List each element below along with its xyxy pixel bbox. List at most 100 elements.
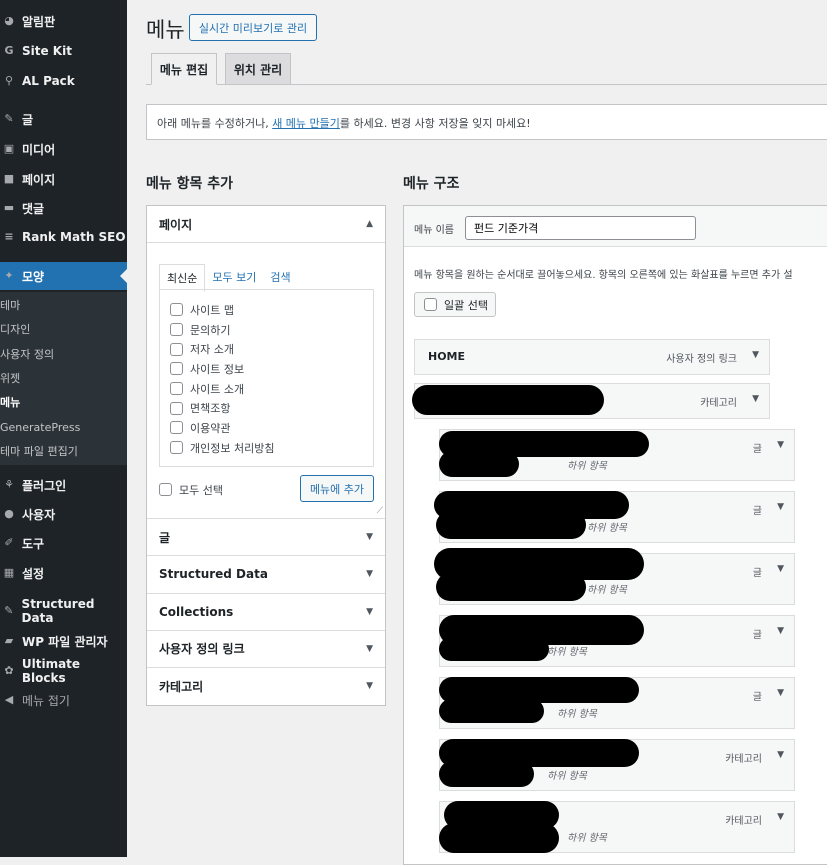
- checkbox[interactable]: [170, 362, 183, 376]
- resize-handle-icon[interactable]: ⟋: [377, 506, 383, 516]
- sidebar-item-brush[interactable]: ✦ 모양: [0, 262, 127, 290]
- submenu-item[interactable]: GeneratePress: [0, 418, 80, 438]
- settings-icon: ▦: [3, 566, 15, 579]
- submenu-tag: 하위 항목: [547, 647, 587, 658]
- sidebar-item-label: Structured Data: [21, 597, 95, 625]
- sidebar-item-label: 설정: [22, 566, 45, 581]
- live-preview-button[interactable]: 실시간 미리보기로 관리: [189, 14, 317, 41]
- menu-name-bar: 메뉴 이름: [404, 206, 827, 247]
- checkbox[interactable]: [159, 483, 172, 497]
- tab-search[interactable]: 검색: [263, 264, 297, 292]
- page-checkbox-item[interactable]: 개인정보 처리방침: [160, 438, 373, 458]
- chevron-down-icon[interactable]: ▼: [777, 812, 784, 822]
- page-checkbox-item[interactable]: 사이트 정보: [160, 359, 373, 379]
- chevron-down-icon[interactable]: ▼: [752, 394, 759, 404]
- submenu-item[interactable]: 메뉴: [0, 393, 20, 413]
- checkbox[interactable]: [170, 401, 183, 415]
- sidebar-item-dashboard[interactable]: ◕ 알림판: [0, 7, 127, 35]
- redacted-label: [439, 637, 549, 661]
- sidebar-item-page[interactable]: ■ 페이지: [0, 165, 127, 193]
- notice-text-2: 를 하세요. 변경 사항 저장을 잊지 마세요!: [339, 117, 531, 130]
- checkbox[interactable]: [170, 303, 183, 317]
- page-label: 문의하기: [190, 323, 231, 337]
- bulk-select-button[interactable]: 일괄 선택: [414, 292, 496, 317]
- menu-name-label: 메뉴 이름: [414, 225, 454, 236]
- sidebar-item-blocks[interactable]: ✿ Ultimate Blocks: [0, 657, 127, 685]
- chevron-down-icon: ▼: [366, 643, 373, 654]
- accordion-section[interactable]: Structured Data ▼: [147, 555, 385, 592]
- sidebar-item-plugin[interactable]: ⚘ 플러그인: [0, 471, 127, 499]
- sidebar-item-label: 도구: [22, 536, 45, 551]
- sidebar-item-media[interactable]: ▣ 미디어: [0, 135, 127, 163]
- chevron-down-icon[interactable]: ▼: [777, 440, 784, 450]
- menu-item-type: 카테고리: [700, 398, 737, 409]
- chevron-down-icon[interactable]: ▼: [752, 350, 759, 360]
- accordion-section[interactable]: 카테고리 ▼: [147, 667, 385, 704]
- page-checkbox-item[interactable]: 면책조항: [160, 398, 373, 418]
- accordion-section[interactable]: 사용자 정의 링크 ▼: [147, 629, 385, 667]
- page-label: 저자 소개: [190, 343, 234, 357]
- checkbox[interactable]: [170, 441, 183, 455]
- sidebar-item-label: 미디어: [22, 142, 56, 157]
- page-checkbox-item[interactable]: 이용약관: [160, 418, 373, 438]
- submenu-item[interactable]: 사용자 정의: [0, 345, 54, 365]
- menu-item-type: 글: [752, 630, 762, 641]
- page-checkbox-item[interactable]: 사이트 맵: [160, 300, 373, 320]
- chevron-down-icon: ▼: [366, 606, 373, 617]
- chevron-down-icon[interactable]: ▼: [777, 502, 784, 512]
- add-to-menu-button[interactable]: 메뉴에 추가: [300, 475, 374, 502]
- submenu-item[interactable]: 테마: [0, 296, 20, 316]
- menu-item-type: 카테고리: [725, 754, 762, 765]
- submenu-item[interactable]: 테마 파일 편집기: [0, 442, 78, 462]
- checkbox[interactable]: [170, 342, 183, 356]
- sidebar-item-collapse[interactable]: ◀ 메뉴 접기: [0, 686, 127, 714]
- accordion-section[interactable]: 글 ▼: [147, 518, 385, 555]
- sidebar-item-comment[interactable]: ▬ 댓글: [0, 194, 127, 222]
- submenu-item[interactable]: 디자인: [0, 320, 30, 340]
- menu-name-input[interactable]: [465, 216, 696, 240]
- tab-view-all[interactable]: 모두 보기: [205, 264, 263, 292]
- select-all-label: 모두 선택: [179, 483, 223, 497]
- submenu-tag: 하위 항목: [567, 461, 607, 472]
- page-checkbox-item[interactable]: 사이트 소개: [160, 379, 373, 399]
- page-label: 이용약관: [190, 421, 231, 435]
- tab-manage-locations[interactable]: 위치 관리: [225, 53, 291, 85]
- sidebar-item-settings[interactable]: ▦ 설정: [0, 559, 127, 587]
- submenu-tag: 하위 항목: [567, 833, 607, 844]
- sidebar-item-google[interactable]: G Site Kit: [0, 37, 127, 65]
- checkbox[interactable]: [170, 382, 183, 396]
- notice: 아래 메뉴를 수정하거나, 새 메뉴 만들기를 하세요. 변경 사항 저장을 잊…: [146, 104, 827, 140]
- sidebar-item-label: 글: [22, 112, 34, 127]
- checkbox[interactable]: [424, 298, 437, 311]
- blocks-icon: ✿: [4, 664, 14, 677]
- checkbox[interactable]: [170, 421, 183, 435]
- sidebar-item-user[interactable]: ● 사용자: [0, 500, 127, 528]
- chevron-down-icon[interactable]: ▼: [777, 750, 784, 760]
- chevron-down-icon[interactable]: ▼: [777, 626, 784, 636]
- sidebar-item-pin[interactable]: ✎ Structured Data: [0, 597, 127, 625]
- sidebar-item-folder[interactable]: ▰ WP 파일 관리자: [0, 627, 127, 655]
- chevron-down-icon[interactable]: ▼: [777, 688, 784, 698]
- menu-item-type: 글: [752, 692, 762, 703]
- sidebar-item-label: Rank Math SEO: [22, 230, 126, 244]
- sidebar-item-pack[interactable]: ⚲ AL Pack: [0, 67, 127, 95]
- sidebar-item-pin[interactable]: ✎ 글: [0, 105, 127, 133]
- accordion-section[interactable]: Collections ▼: [147, 592, 385, 630]
- chevron-down-icon: ▼: [366, 569, 373, 580]
- sidebar-item-wrench[interactable]: ✐ 도구: [0, 529, 127, 557]
- checkbox[interactable]: [170, 323, 183, 337]
- page-checkbox-item[interactable]: 저자 소개: [160, 339, 373, 359]
- submenu-item[interactable]: 위젯: [0, 369, 20, 389]
- sidebar-item-chart[interactable]: ≡ Rank Math SEO: [0, 223, 127, 251]
- new-menu-link[interactable]: 새 메뉴 만들기: [272, 117, 340, 130]
- select-all-checkbox[interactable]: 모두 선택: [149, 480, 223, 500]
- chevron-down-icon[interactable]: ▼: [777, 564, 784, 574]
- pages-accordion-header[interactable]: 페이지 ▲: [147, 206, 385, 243]
- submenu-tag: 하위 항목: [557, 709, 597, 720]
- tab-recent[interactable]: 최신순: [159, 264, 206, 292]
- pack-icon: ⚲: [4, 74, 14, 87]
- sidebar-item-label: Site Kit: [22, 44, 72, 58]
- menu-item[interactable]: HOME 사용자 정의 링크 ▼: [414, 339, 770, 375]
- tab-edit-menu[interactable]: 메뉴 편집: [151, 53, 217, 85]
- page-checkbox-item[interactable]: 문의하기: [160, 320, 373, 340]
